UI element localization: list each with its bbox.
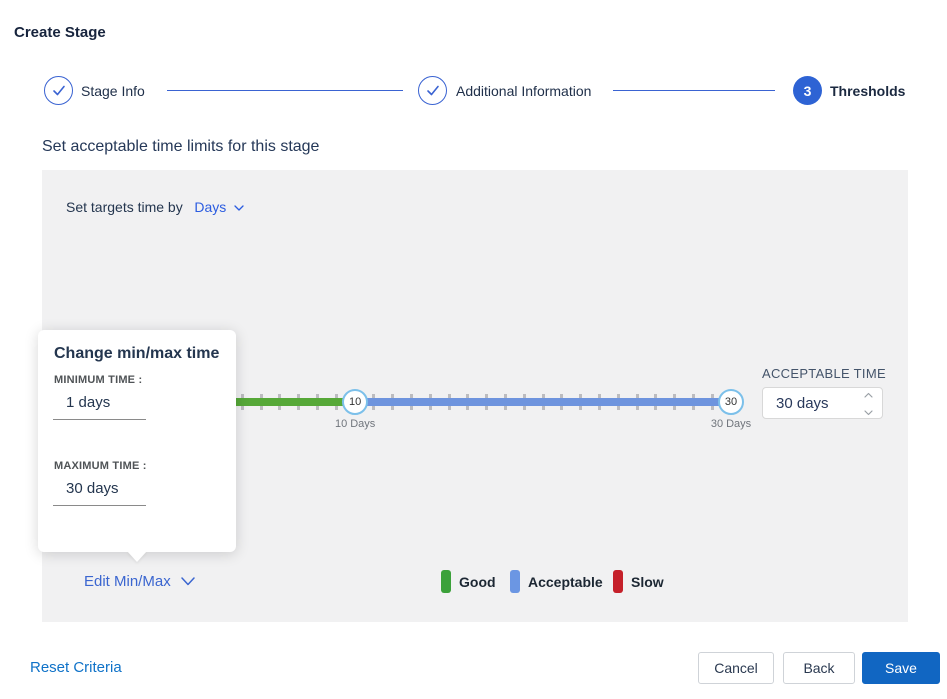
slider-handle-min-value: 10 (349, 396, 361, 408)
step-1-circle[interactable] (44, 76, 73, 105)
step-connector-2 (613, 90, 775, 91)
legend-label-acceptable: Acceptable (528, 574, 603, 590)
spinner-up-icon[interactable] (864, 392, 873, 398)
targets-time-label: Set targets time by (66, 199, 183, 215)
slider-min-day-label: 10 Days (335, 418, 375, 430)
spinner-down-icon[interactable] (864, 410, 873, 416)
slider-max-day-label: 30 Days (711, 418, 751, 430)
targets-unit-dropdown[interactable]: Days (194, 199, 244, 215)
change-minmax-popover: Change min/max time MINIMUM TIME : MAXIM… (38, 330, 236, 552)
acceptable-time-label: ACCEPTABLE TIME (762, 366, 886, 381)
create-stage-dialog: Create Stage Stage Info Additional Infor… (0, 0, 947, 699)
maximum-time-input[interactable] (53, 480, 146, 506)
edit-minmax-link[interactable]: Edit Min/Max (84, 573, 195, 590)
reset-criteria-link[interactable]: Reset Criteria (30, 659, 122, 676)
legend-swatch-acceptable (510, 570, 520, 593)
legend-label-slow: Slow (631, 574, 664, 590)
threshold-slider: 10 30 10 Days 30 Days (186, 384, 746, 434)
minimum-time-input[interactable] (53, 394, 146, 420)
check-icon (426, 85, 440, 97)
legend-swatch-slow (613, 570, 623, 593)
cancel-button[interactable]: Cancel (698, 652, 774, 684)
chevron-down-icon (234, 205, 244, 211)
slider-track-acceptable (355, 398, 731, 406)
targets-unit-value: Days (194, 199, 226, 215)
check-icon (52, 85, 66, 97)
minimum-time-label: MINIMUM TIME : (54, 374, 142, 386)
slider-handle-min[interactable]: 10 (342, 389, 368, 415)
acceptable-time-input-wrap (762, 387, 883, 419)
back-button[interactable]: Back (783, 652, 855, 684)
step-1-label: Stage Info (81, 83, 145, 99)
slider-handle-max[interactable]: 30 (718, 389, 744, 415)
step-2-label: Additional Information (456, 83, 591, 99)
popover-caret (127, 551, 147, 562)
popover-title: Change min/max time (54, 345, 219, 363)
legend-swatch-good (441, 570, 451, 593)
acceptable-time-spinner[interactable] (862, 392, 874, 416)
step-3-circle[interactable]: 3 (793, 76, 822, 105)
targets-time-row: Set targets time by Days (66, 199, 244, 215)
page-title: Create Stage (14, 24, 106, 41)
section-heading: Set acceptable time limits for this stag… (42, 138, 319, 156)
step-3-number: 3 (804, 83, 812, 99)
step-connector-1 (167, 90, 403, 91)
maximum-time-label: MAXIMUM TIME : (54, 460, 147, 472)
step-2-circle[interactable] (418, 76, 447, 105)
slider-handle-max-value: 30 (725, 396, 737, 408)
chevron-down-icon (181, 577, 195, 586)
edit-minmax-label: Edit Min/Max (84, 573, 171, 590)
legend-label-good: Good (459, 574, 496, 590)
step-3-label: Thresholds (830, 83, 905, 99)
save-button[interactable]: Save (862, 652, 940, 684)
